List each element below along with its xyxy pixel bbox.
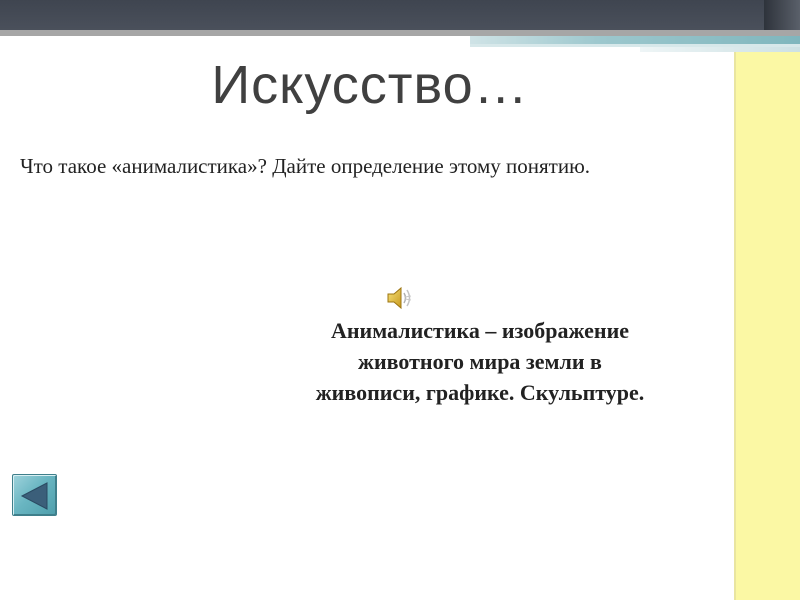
answer-line: живописи, графике. Скульптуре. <box>315 380 645 405</box>
speaker-icon[interactable] <box>385 284 415 312</box>
header-corner-decoration <box>764 0 800 30</box>
answer-text: Анималистика – изображение животного мир… <box>270 315 690 408</box>
answer-line: животного мира земли в <box>358 349 602 374</box>
back-arrow-icon <box>20 482 48 510</box>
answer-line: Анималистика – изображение <box>330 318 630 343</box>
slide-title: Искусство… <box>211 55 529 115</box>
slide: Искусство… Что такое «анималистика»? Дай… <box>0 0 800 600</box>
accent-stripe <box>470 36 800 44</box>
sidebar-panel <box>736 52 800 600</box>
back-button[interactable] <box>12 474 57 516</box>
header-bar <box>0 0 800 30</box>
question-text: Что такое «анималистика»? Дайте определе… <box>20 154 591 178</box>
